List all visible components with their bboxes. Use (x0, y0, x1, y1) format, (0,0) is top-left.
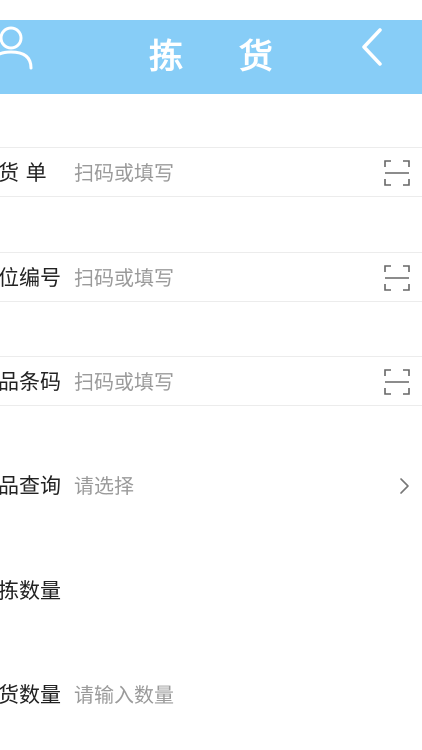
back-chevron-icon[interactable] (356, 26, 390, 68)
form-row-location[interactable]: 位编号 扫码或填写 (0, 252, 422, 302)
field-label: 拣数量 (0, 579, 61, 603)
barcode-input[interactable]: 扫码或填写 (74, 357, 174, 407)
app-header: 拣 货 (0, 20, 422, 94)
quantity-input[interactable]: 请输入数量 (74, 670, 174, 720)
field-label: 品条码 (0, 370, 61, 394)
scan-icon[interactable] (384, 369, 410, 395)
form-row-pick-quantity: 拣数量 (0, 566, 422, 616)
field-label: 品查询 (0, 474, 61, 498)
scan-icon[interactable] (384, 265, 410, 291)
location-input[interactable]: 扫码或填写 (74, 253, 174, 303)
form-row-goods-quantity[interactable]: 货数量 请输入数量 (0, 670, 422, 720)
order-input[interactable]: 扫码或填写 (74, 148, 174, 198)
status-bar-area (0, 0, 422, 20)
product-select[interactable]: 请选择 (74, 461, 134, 511)
scan-icon[interactable] (384, 160, 410, 186)
form-row-barcode[interactable]: 品条码 扫码或填写 (0, 356, 422, 406)
field-label: 货数量 (0, 683, 61, 707)
chevron-right-icon[interactable] (398, 477, 410, 495)
field-label: 货 单 (0, 161, 47, 185)
form-row-order[interactable]: 货 单 扫码或填写 (0, 147, 422, 197)
form-row-product-query[interactable]: 品查询 请选择 (0, 461, 422, 511)
field-label: 位编号 (0, 266, 61, 290)
